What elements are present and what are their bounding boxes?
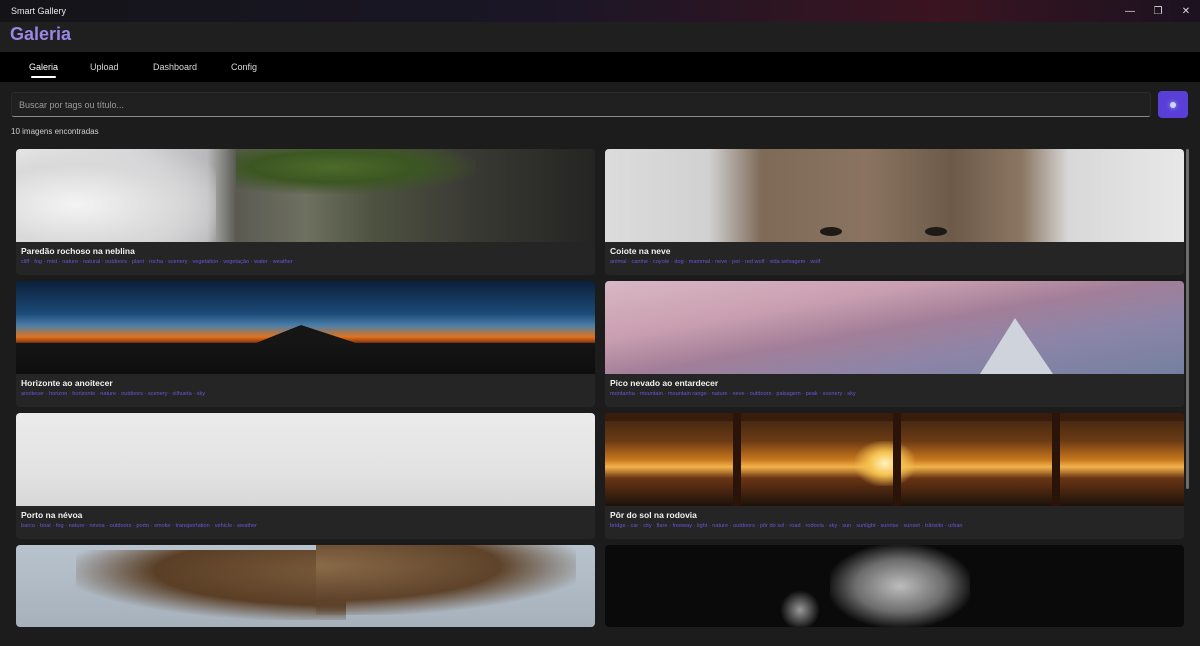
page-title: Galeria [10,24,72,44]
card-image[interactable] [605,281,1184,374]
card-tags: cliff · fog · mist · nature · natural · … [21,259,293,265]
vertical-scrollbar[interactable] [1186,149,1189,489]
card-tags: montanha · mountain · mountain range · n… [610,391,856,397]
card-image[interactable] [16,413,595,506]
tab-config[interactable]: Config [231,52,257,82]
tab-bar: Galeria Upload Dashboard Config [0,52,1200,82]
gallery-card[interactable]: Horizonte ao anoitecer anoitecer · horiz… [16,281,595,407]
card-image[interactable] [605,149,1184,242]
gallery-card[interactable]: Paredão rochoso na neblina cliff · fog ·… [16,149,595,275]
tab-label: Config [231,62,258,72]
results-count: 10 imagens encontradas [11,127,99,136]
restore-icon[interactable]: ❐ [1144,0,1172,22]
search-box [11,92,1151,117]
card-image[interactable] [16,281,595,374]
search-icon [1170,101,1176,108]
tab-upload[interactable]: Upload [90,52,119,82]
tab-galeria[interactable]: Galeria [29,52,58,82]
card-title: Coiote na neve [610,246,671,256]
gallery-card[interactable]: Coiote na neve animal · canine · coyote … [605,149,1184,275]
gallery-grid: Paredão rochoso na neblina cliff · fog ·… [16,149,1184,628]
card-image[interactable] [605,545,1184,627]
card-tags: bridge · car · city · flare · freeway · … [610,523,963,529]
card-tags: barco · boat · fog · nature · névoa · ou… [21,523,257,529]
card-tags: animal · canine · coyote · dog · mammal … [610,259,821,265]
tab-label: Dashboard [153,62,198,72]
window-controls: — ❐ ✕ [1116,0,1200,22]
gallery-card[interactable] [605,545,1184,627]
active-tab-indicator [31,76,57,78]
gallery-card[interactable]: Porto na névoa barco · boat · fog · natu… [16,413,595,539]
gallery-card[interactable]: Pôr do sol na rodovia bridge · car · cit… [605,413,1184,539]
card-image[interactable] [16,149,595,242]
card-title: Paredão rochoso na neblina [21,246,135,256]
card-tags: anoitecer · horizon · horizonte · nature… [21,391,206,397]
close-icon[interactable]: ✕ [1172,0,1200,22]
card-title: Porto na névoa [21,510,83,520]
gallery-card[interactable]: Pico nevado ao entardecer montanha · mou… [605,281,1184,407]
card-image[interactable] [16,545,595,627]
tab-label: Upload [90,62,119,72]
tab-label: Galeria [29,62,59,72]
card-image[interactable] [605,413,1184,506]
search-button[interactable] [1158,91,1188,118]
app-header: Galeria [0,22,1200,52]
app-title: Smart Gallery [11,6,67,16]
card-title: Pico nevado ao entardecer [610,378,719,388]
tab-dashboard[interactable]: Dashboard [153,52,197,82]
gallery-card[interactable] [16,545,595,627]
search-input[interactable] [12,93,1150,116]
window-titlebar: Smart Gallery — ❐ ✕ [0,0,1200,22]
card-title: Pôr do sol na rodovia [610,510,697,520]
card-title: Horizonte ao anoitecer [21,378,113,388]
minimize-icon[interactable]: — [1116,0,1144,22]
